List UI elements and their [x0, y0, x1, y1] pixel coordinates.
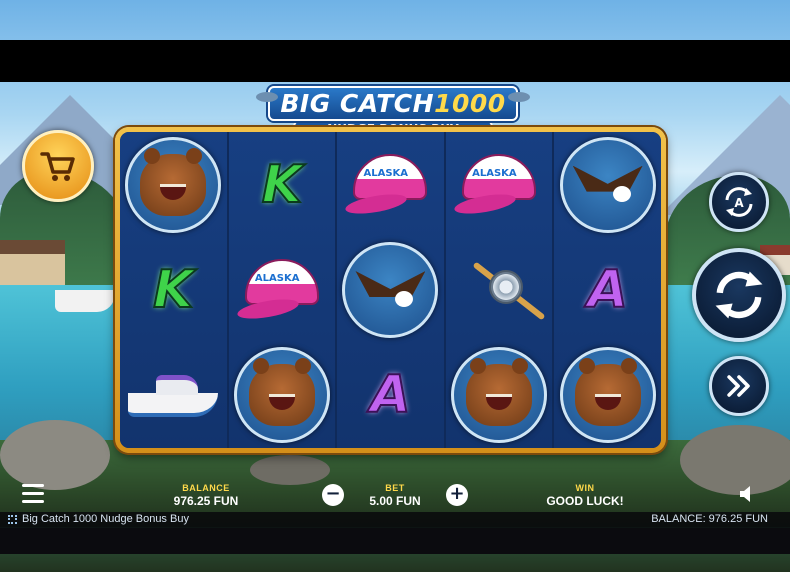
autoplay-button[interactable]: A	[709, 172, 769, 232]
fish-icon	[508, 92, 530, 102]
reel-cell: A	[337, 343, 444, 448]
bear-symbol	[451, 347, 548, 444]
win-display: WIN GOOD LUCK!	[540, 483, 630, 508]
win-value: GOOD LUCK!	[546, 494, 624, 508]
spin-button[interactable]	[692, 248, 786, 342]
fish-icon	[256, 92, 278, 102]
letterbox-bottom	[0, 528, 790, 554]
reel-grid: K K ALASKA ALASKA A ALASKA A	[120, 132, 661, 448]
letter-a-symbol: A	[587, 259, 629, 321]
fishing-reel-symbol	[459, 250, 546, 330]
bear-symbol	[125, 136, 222, 233]
bet-display: BET 5.00 FUN	[355, 483, 435, 508]
cap-symbol: ALASKA	[453, 153, 544, 217]
balance-display: BALANCE 976.25 FUN	[162, 483, 250, 508]
letterbox-top	[0, 40, 790, 82]
bear-symbol	[233, 347, 330, 444]
reel-cell	[229, 343, 336, 448]
reel-cell: ALASKA	[446, 132, 553, 237]
buy-bonus-button[interactable]	[22, 130, 94, 202]
bet-increase-button[interactable]: +	[446, 484, 468, 506]
bear-symbol	[559, 347, 656, 444]
menu-icon[interactable]	[22, 484, 44, 504]
cap-symbol: ALASKA	[344, 153, 435, 217]
autoplay-icon: A	[725, 187, 753, 217]
spin-arrows-icon	[715, 271, 763, 319]
reel-cell	[446, 343, 553, 448]
boat-symbol	[128, 367, 219, 423]
letter-k-symbol: K	[152, 259, 194, 321]
balance-value: 976.25 FUN	[173, 494, 239, 508]
reel-cell: K	[120, 237, 227, 342]
footer-bar: Big Catch 1000 Nudge Bonus Buy BALANCE: …	[0, 512, 790, 528]
reel-column: K ALASKA	[228, 132, 336, 448]
reel-cell	[337, 237, 444, 342]
reel-column: ALASKA	[445, 132, 553, 448]
reel-cell	[120, 343, 227, 448]
reel-column: A	[554, 132, 661, 448]
fast-forward-icon	[727, 375, 750, 397]
bet-label: BET	[385, 483, 405, 493]
background-boat	[55, 290, 115, 312]
reel-cell	[446, 237, 553, 342]
reel-frame: K K ALASKA ALASKA A ALASKA A	[115, 127, 666, 453]
reel-cell: K	[229, 132, 336, 237]
footer-title: Big Catch 1000 Nudge Bonus Buy	[8, 513, 189, 525]
cart-icon	[40, 152, 75, 181]
bet-decrease-button[interactable]: −	[322, 484, 344, 506]
reel-column: ALASKA A	[337, 132, 444, 448]
reel-cell: ALASKA	[337, 132, 444, 237]
bet-value: 5.00 FUN	[369, 494, 421, 508]
reel-cell: A	[554, 237, 661, 342]
reel-cell	[554, 132, 661, 237]
game-title-text: Big Catch 1000 Nudge Bonus Buy	[22, 513, 189, 525]
reel-cell	[120, 132, 227, 237]
balance-label: BALANCE	[182, 483, 230, 493]
reel-cell: ALASKA	[229, 237, 336, 342]
control-bar: BALANCE 976.25 FUN − BET 5.00 FUN + WIN …	[0, 476, 790, 512]
fullscreen-icon[interactable]	[8, 514, 17, 524]
reel-cell	[554, 343, 661, 448]
letter-k-symbol: K	[261, 154, 303, 216]
reel-column: K	[120, 132, 227, 448]
lake-house	[0, 240, 65, 285]
eagle-symbol	[559, 136, 656, 233]
eagle-symbol	[342, 241, 439, 338]
letter-a-symbol: A	[369, 364, 411, 426]
win-label: WIN	[575, 483, 595, 493]
cap-symbol: ALASKA	[235, 258, 327, 323]
autoplay-letter: A	[734, 196, 744, 210]
logo-title: BIG CATCH1000	[268, 86, 518, 121]
turbo-button[interactable]	[709, 356, 769, 416]
sound-icon[interactable]	[738, 484, 756, 504]
footer-balance: BALANCE: 976.25 FUN	[651, 513, 768, 525]
